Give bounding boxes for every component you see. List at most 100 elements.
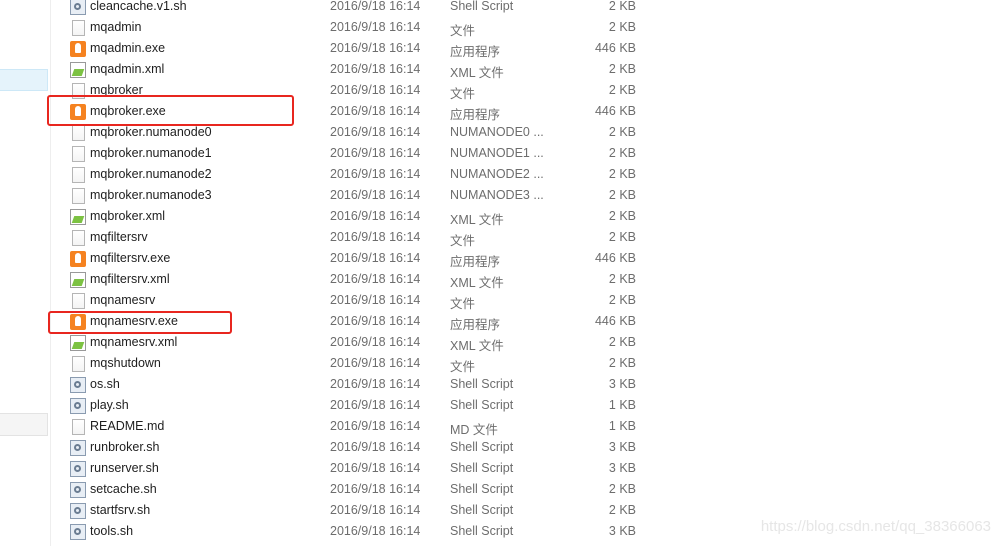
file-row[interactable]: tools.sh 2016/9/18 16:14 Shell Script 3 …: [60, 522, 660, 543]
shell-script-icon: [70, 440, 86, 456]
file-size: 2 KB: [608, 293, 636, 307]
file-row[interactable]: mqshutdown 2016/9/18 16:14 文件 2 KB: [60, 354, 660, 375]
nav-selected-item[interactable]: [0, 69, 48, 91]
file-size: 2 KB: [608, 482, 636, 496]
file-date: 2016/9/18 16:14: [330, 167, 421, 181]
file-row[interactable]: cleancache.v1.sh 2016/9/18 16:14 Shell S…: [60, 0, 660, 18]
highlight-box-mqbroker: [47, 95, 294, 126]
file-date: 2016/9/18 16:14: [330, 209, 421, 223]
file-name: startfsrv.sh: [90, 503, 151, 517]
file-size: 2 KB: [608, 272, 636, 286]
file-name: mqadmin.exe: [90, 41, 166, 55]
file-row[interactable]: runserver.sh 2016/9/18 16:14 Shell Scrip…: [60, 459, 660, 480]
file-date: 2016/9/18 16:14: [330, 125, 421, 139]
file-row[interactable]: os.sh 2016/9/18 16:14 Shell Script 3 KB: [60, 375, 660, 396]
file-row[interactable]: mqbroker.numanode1 2016/9/18 16:14 NUMAN…: [60, 144, 660, 165]
file-date: 2016/9/18 16:14: [330, 314, 421, 328]
file-date: 2016/9/18 16:14: [330, 377, 421, 391]
file-size: 3 KB: [608, 440, 636, 454]
file-row[interactable]: mqnamesrv.xml 2016/9/18 16:14 XML 文件 2 K…: [60, 333, 660, 354]
file-icon: [72, 146, 85, 162]
file-name: runserver.sh: [90, 461, 159, 475]
file-type: Shell Script: [450, 0, 514, 13]
file-type: NUMANODE1 ...: [450, 146, 544, 160]
navigation-pane: [0, 0, 51, 546]
file-date: 2016/9/18 16:14: [330, 461, 421, 475]
file-row[interactable]: mqadmin.exe 2016/9/18 16:14 应用程序 446 KB: [60, 39, 660, 60]
file-type: XML 文件: [450, 66, 504, 80]
file-icon: [72, 125, 85, 141]
file-row[interactable]: README.md 2016/9/18 16:14 MD 文件 1 KB: [60, 417, 660, 438]
file-name: tools.sh: [90, 524, 134, 538]
file-name: mqbroker.xml: [90, 209, 166, 223]
file-row[interactable]: mqbroker.numanode0 2016/9/18 16:14 NUMAN…: [60, 123, 660, 144]
file-date: 2016/9/18 16:14: [330, 503, 421, 517]
file-type: Shell Script: [450, 461, 514, 475]
file-size: 446 KB: [594, 41, 636, 55]
file-type: Shell Script: [450, 482, 514, 496]
file-row[interactable]: mqfiltersrv.xml 2016/9/18 16:14 XML 文件 2…: [60, 270, 660, 291]
file-type: 文件: [450, 24, 476, 38]
shell-script-icon: [70, 0, 86, 15]
file-date: 2016/9/18 16:14: [330, 104, 421, 118]
file-size: 2 KB: [608, 146, 636, 160]
file-name: README.md: [90, 419, 165, 433]
file-date: 2016/9/18 16:14: [330, 188, 421, 202]
file-icon: [72, 230, 85, 246]
file-size: 3 KB: [608, 461, 636, 475]
file-name: mqnamesrv: [90, 293, 156, 307]
file-date: 2016/9/18 16:14: [330, 62, 421, 76]
file-row[interactable]: mqadmin.xml 2016/9/18 16:14 XML 文件 2 KB: [60, 60, 660, 81]
file-date: 2016/9/18 16:14: [330, 419, 421, 433]
file-row[interactable]: runbroker.sh 2016/9/18 16:14 Shell Scrip…: [60, 438, 660, 459]
file-date: 2016/9/18 16:14: [330, 440, 421, 454]
file-type: 文件: [450, 234, 476, 248]
file-row[interactable]: mqbroker.xml 2016/9/18 16:14 XML 文件 2 KB: [60, 207, 660, 228]
file-type: Shell Script: [450, 524, 514, 538]
file-type: 应用程序: [450, 45, 501, 59]
file-date: 2016/9/18 16:14: [330, 272, 421, 286]
shell-script-icon: [70, 524, 86, 540]
file-type: Shell Script: [450, 440, 514, 454]
file-row[interactable]: play.sh 2016/9/18 16:14 Shell Script 1 K…: [60, 396, 660, 417]
file-size: 2 KB: [608, 335, 636, 349]
file-row[interactable]: mqadmin 2016/9/18 16:14 文件 2 KB: [60, 18, 660, 39]
file-size: 2 KB: [608, 356, 636, 370]
file-name: cleancache.v1.sh: [90, 0, 187, 13]
file-icon: [72, 293, 85, 309]
file-type: MD 文件: [450, 423, 498, 437]
xml-file-icon: [70, 62, 86, 78]
file-name: play.sh: [90, 398, 129, 412]
file-row[interactable]: mqnamesrv 2016/9/18 16:14 文件 2 KB: [60, 291, 660, 312]
file-type: NUMANODE2 ...: [450, 167, 544, 181]
file-size: 2 KB: [608, 62, 636, 76]
file-row[interactable]: mqfiltersrv.exe 2016/9/18 16:14 应用程序 446…: [60, 249, 660, 270]
file-date: 2016/9/18 16:14: [330, 146, 421, 160]
file-size: 1 KB: [608, 398, 636, 412]
file-size: 446 KB: [594, 314, 636, 328]
file-date: 2016/9/18 16:14: [330, 41, 421, 55]
file-name: mqshutdown: [90, 356, 161, 370]
file-icon: [72, 188, 85, 204]
file-date: 2016/9/18 16:14: [330, 83, 421, 97]
file-size: 2 KB: [608, 125, 636, 139]
file-name: mqnamesrv.xml: [90, 335, 178, 349]
shell-script-icon: [70, 503, 86, 519]
file-type: 应用程序: [450, 108, 501, 122]
file-row[interactable]: mqbroker.numanode2 2016/9/18 16:14 NUMAN…: [60, 165, 660, 186]
file-row[interactable]: startfsrv.sh 2016/9/18 16:14 Shell Scrip…: [60, 501, 660, 522]
file-type: NUMANODE0 ...: [450, 125, 544, 139]
file-date: 2016/9/18 16:14: [330, 356, 421, 370]
file-name: runbroker.sh: [90, 440, 160, 454]
nav-item[interactable]: [0, 413, 48, 436]
file-size: 3 KB: [608, 377, 636, 391]
file-icon: [72, 20, 85, 36]
file-size: 446 KB: [594, 251, 636, 265]
file-name: mqbroker.numanode3: [90, 188, 212, 202]
file-type: Shell Script: [450, 398, 514, 412]
file-name: mqadmin: [90, 20, 142, 34]
file-row[interactable]: setcache.sh 2016/9/18 16:14 Shell Script…: [60, 480, 660, 501]
file-row[interactable]: mqbroker.numanode3 2016/9/18 16:14 NUMAN…: [60, 186, 660, 207]
file-row[interactable]: mqfiltersrv 2016/9/18 16:14 文件 2 KB: [60, 228, 660, 249]
file-name: mqadmin.xml: [90, 62, 165, 76]
